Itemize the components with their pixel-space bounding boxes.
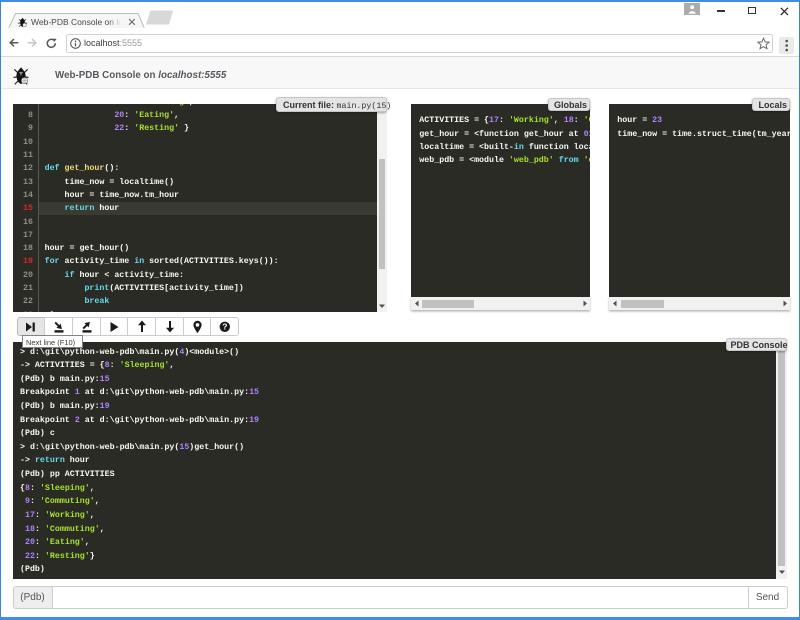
- svg-text:?: ?: [222, 321, 227, 331]
